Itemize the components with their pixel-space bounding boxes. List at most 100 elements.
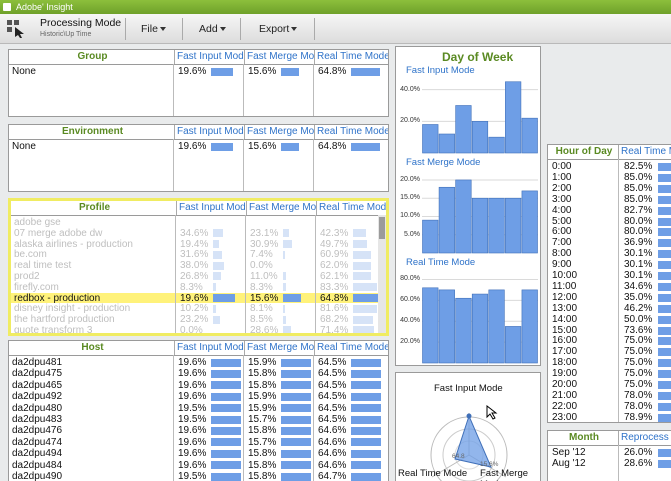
day-bar[interactable] (422, 287, 439, 364)
column-header[interactable]: Real Time Mode (314, 50, 388, 64)
profile-row[interactable]: alaska airlines - production 19.4% 30.9% 49… (11, 239, 386, 250)
table-row[interactable]: 14:00 50.0% (548, 314, 671, 325)
value-bar (213, 239, 219, 248)
column-header[interactable]: Fast Merge Mode (246, 201, 316, 215)
profile-row[interactable]: redbox - production 19.6% 15.6% 64.8% (11, 292, 386, 304)
day-bar[interactable] (455, 297, 472, 364)
table-row[interactable]: 9:00 30.1% (548, 259, 671, 270)
day-bar[interactable] (471, 121, 489, 154)
value-bar (351, 461, 381, 470)
table-row[interactable]: da2dpu465 19.6% 15.8% 64.5% (9, 380, 388, 391)
group-row[interactable]: None 19.6% 15.6% 64.8% (9, 66, 388, 78)
table-row[interactable]: 2:00 85.0% (548, 183, 671, 194)
table-row[interactable]: da2dpu476 19.6% 15.8% 64.6% (9, 425, 388, 436)
day-bar[interactable] (471, 293, 489, 364)
table-row[interactable]: da2dpu490 19.5% 15.8% 64.7% (9, 471, 388, 481)
column-header[interactable]: Fast Merge Mode (244, 341, 314, 355)
day-bar[interactable] (422, 219, 439, 254)
profile-row[interactable]: disney insight - production 10.2% 8.1% 81.6… (11, 303, 386, 314)
add-menu[interactable]: Add (199, 23, 226, 35)
day-bar[interactable] (488, 289, 505, 364)
column-header[interactable]: Real Time M (618, 145, 671, 159)
column-header[interactable]: Real Time Mode (316, 201, 386, 215)
day-bar[interactable] (521, 117, 538, 154)
day-bar[interactable] (422, 124, 439, 154)
column-header[interactable]: Fast Input Mode (176, 201, 246, 215)
day-bar[interactable] (438, 133, 455, 154)
table-row[interactable]: 18:00 75.0% (548, 357, 671, 368)
profile-row[interactable]: quote transform 3 0.0% 28.6% 71.4% (11, 325, 386, 333)
value-bar (281, 438, 311, 447)
profile-row[interactable]: 07 merge adobe dw 34.6% 23.1% 42.3% (11, 228, 386, 239)
column-header[interactable]: Real Time Mode (314, 125, 388, 139)
value-bar (211, 472, 241, 481)
profile-row[interactable]: be.com 31.6% 7.4% 60.9% (11, 249, 386, 260)
table-row[interactable]: 19:00 75.0% (548, 368, 671, 379)
day-bar[interactable] (455, 179, 472, 254)
profile-row[interactable]: the hartford production 23.2% 8.5% 68.2% (11, 314, 386, 325)
table-row[interactable]: 23:00 78.9% (548, 411, 671, 423)
day-bar[interactable] (505, 81, 522, 154)
table-row[interactable]: da2dpu480 19.5% 15.9% 64.5% (9, 403, 388, 414)
column-header[interactable]: Fast Input Mode (174, 125, 244, 139)
table-row[interactable]: 20:00 75.0% (548, 379, 671, 390)
chevron-down-icon (219, 27, 226, 32)
percent-value: 78.9% (624, 411, 653, 423)
export-menu[interactable]: Export (259, 23, 298, 35)
table-row[interactable]: 11:00 34.6% (548, 281, 671, 292)
table-row[interactable]: 3:00 85.0% (548, 194, 671, 205)
table-row[interactable]: 16:00 75.0% (548, 335, 671, 346)
table-row[interactable]: da2dpu483 19.5% 15.7% 64.5% (9, 414, 388, 425)
profile-row[interactable]: adobe gse (11, 217, 386, 228)
day-bar[interactable] (455, 105, 472, 154)
table-row[interactable]: da2dpu494 19.6% 15.8% 64.6% (9, 448, 388, 459)
column-header[interactable]: Real Time Mode (314, 341, 388, 355)
profile-row[interactable]: real time test 38.0% 0.0% 62.0% (11, 260, 386, 271)
table-row[interactable]: 12:00 35.0% (548, 292, 671, 303)
column-header[interactable]: Fast Merge Mode (244, 50, 314, 64)
radar-point[interactable] (466, 413, 472, 419)
day-bar[interactable] (505, 326, 522, 364)
column-divider (315, 215, 316, 333)
table-row[interactable]: 0:00 82.5% (548, 161, 671, 172)
table-row[interactable]: 13:00 46.2% (548, 303, 671, 314)
table-row[interactable]: 22:00 78.0% (548, 401, 671, 412)
table-row[interactable]: 8:00 30.1% (548, 248, 671, 259)
table-row[interactable]: 10:00 30.1% (548, 270, 671, 281)
table-row[interactable]: 5:00 80.0% (548, 216, 671, 227)
day-bar[interactable] (471, 197, 489, 254)
processing-mode-icon[interactable] (6, 19, 28, 39)
table-row[interactable]: 15:00 73.6% (548, 325, 671, 336)
table-row[interactable]: 1:00 85.0% (548, 172, 671, 183)
environment-row[interactable]: None 19.6% 15.6% 64.8% (9, 141, 388, 153)
table-row[interactable]: da2dpu492 19.6% 15.9% 64.5% (9, 391, 388, 402)
table-row[interactable]: 21:00 78.0% (548, 390, 671, 401)
table-row[interactable]: Aug '12 28.6% (548, 458, 671, 469)
table-row[interactable]: 7:00 36.9% (548, 237, 671, 248)
table-row[interactable]: da2dpu484 19.6% 15.8% 64.6% (9, 460, 388, 471)
day-bar[interactable] (521, 190, 538, 254)
table-row[interactable]: da2dpu481 19.6% 15.9% 64.5% (9, 357, 388, 368)
table-row[interactable]: 4:00 82.7% (548, 205, 671, 216)
table-row[interactable]: Sep '12 26.0% (548, 447, 671, 458)
day-bar[interactable] (488, 136, 505, 154)
table-row[interactable]: 6:00 80.0% (548, 226, 671, 237)
profile-scrollbar-thumb[interactable] (379, 217, 385, 239)
column-header[interactable]: Fast Input Mode (174, 341, 244, 355)
column-header[interactable]: Fast Merge Mode (244, 125, 314, 139)
profile-row[interactable]: firefly.com 8.3% 8.3% 83.3% (11, 282, 386, 293)
day-bar[interactable] (488, 197, 505, 254)
table-row[interactable]: 17:00 75.0% (548, 346, 671, 357)
processing-mode-label[interactable]: Processing Mode (40, 17, 121, 29)
table-row[interactable]: da2dpu474 19.6% 15.7% 64.6% (9, 437, 388, 448)
day-bar[interactable] (505, 197, 522, 254)
column-header[interactable]: Fast Input Mode (174, 50, 244, 64)
table-row[interactable]: da2dpu475 19.6% 15.8% 64.5% (9, 368, 388, 379)
file-menu[interactable]: File (141, 23, 166, 35)
day-bar[interactable] (438, 289, 455, 364)
day-bar[interactable] (438, 186, 455, 254)
column-header[interactable]: Reprocess (618, 431, 671, 445)
value-bar (281, 392, 311, 401)
day-bar[interactable] (521, 289, 538, 364)
profile-row[interactable]: prod2 26.8% 11.0% 62.1% (11, 271, 386, 282)
